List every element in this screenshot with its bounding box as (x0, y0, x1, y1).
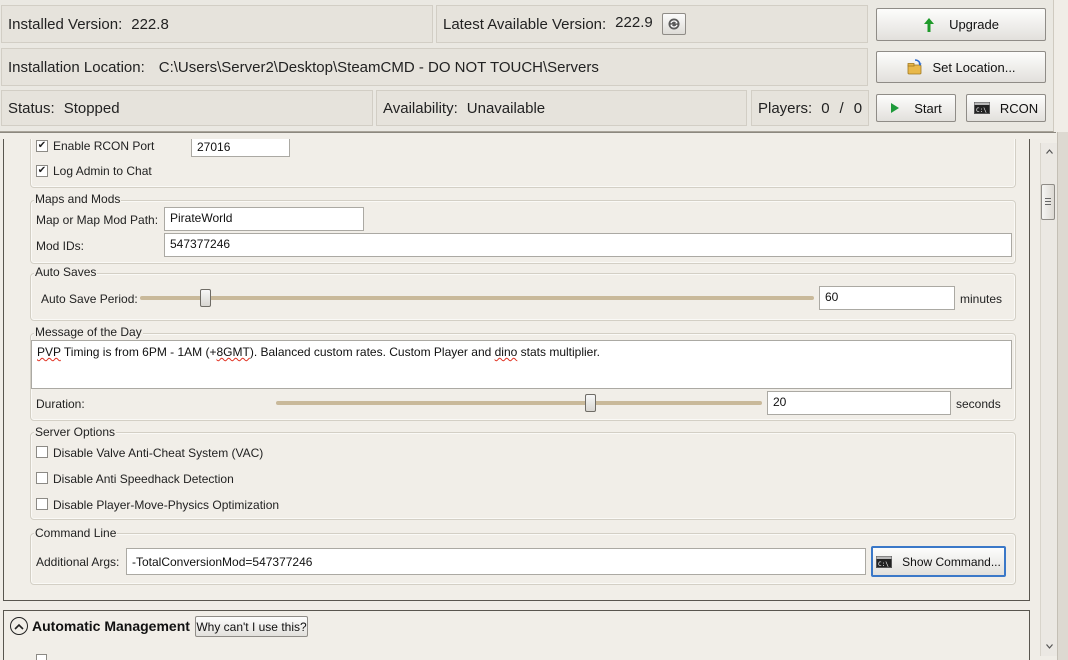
automatic-management-title: Automatic Management (32, 618, 190, 634)
map-path-label: Map or Map Mod Path: (36, 213, 159, 227)
start-button[interactable]: Start (876, 94, 956, 122)
enable-rcon-checkbox[interactable]: ✔ (36, 140, 48, 152)
svg-text:C:\: C:\ (976, 107, 987, 114)
mod-ids-label: Mod IDs: (36, 239, 85, 253)
motd-text-part: dino (494, 345, 518, 359)
scroll-down-arrow[interactable] (1043, 641, 1055, 651)
duration-slider-thumb[interactable] (585, 394, 596, 412)
partial-checkbox (36, 654, 47, 660)
auto-save-slider-track (140, 296, 814, 300)
checkmark-icon: ✔ (37, 165, 47, 176)
players-max: 0 (853, 99, 863, 117)
disable-physics-optimization-checkbox[interactable] (36, 498, 48, 510)
players-separator: / (839, 99, 844, 117)
players-label: Players: (758, 99, 813, 117)
disable-physics-optimization-label: Disable Player-Move-Physics Optimization (53, 498, 280, 512)
set-location-icon (908, 59, 923, 75)
additional-args-label: Additional Args: (36, 555, 120, 569)
players-cell: Players: 0 / 0 (751, 90, 869, 126)
status-value: Stopped (63, 99, 120, 117)
rcon-label: RCON (999, 100, 1039, 116)
installed-version-cell: Installed Version: 222.8 (1, 5, 433, 43)
scroll-up-arrow[interactable] (1043, 146, 1055, 156)
duration-slider[interactable] (276, 393, 762, 413)
maps-mods-title: Maps and Mods (34, 192, 122, 206)
players-current: 0 (821, 99, 830, 117)
motd-text-part: PVP (37, 345, 61, 359)
disable-vac-checkbox[interactable] (36, 446, 48, 458)
installed-version-label: Installed Version: (8, 15, 123, 33)
availability-cell: Availability: Unavailable (376, 90, 747, 126)
upgrade-label: Upgrade (949, 17, 999, 32)
log-admin-label: Log Admin to Chat (53, 164, 152, 178)
availability-value: Unavailable (466, 99, 546, 117)
upgrade-arrow-icon (924, 17, 935, 32)
mod-ids-input[interactable]: 547377246 (164, 233, 1012, 257)
window-edge (1057, 132, 1068, 660)
disable-speedhack-label: Disable Anti Speedhack Detection (53, 472, 234, 486)
duration-slider-track (276, 401, 762, 405)
latest-version-label: Latest Available Version: (443, 15, 607, 33)
command-line-title: Command Line (34, 526, 118, 540)
installed-version-value: 222.8 (131, 15, 169, 33)
motd-text-part: ). Balanced custom rates. Custom Player … (249, 345, 495, 359)
disable-speedhack-checkbox[interactable] (36, 472, 48, 484)
latest-version-value: 222.9 (615, 13, 653, 31)
log-admin-checkbox[interactable]: ✔ (36, 165, 48, 177)
show-command-label: Show Command... (902, 554, 1001, 569)
install-location-value: C:\Users\Server2\Desktop\SteamCMD - DO N… (158, 58, 599, 76)
refresh-version-button[interactable] (661, 13, 686, 35)
auto-save-slider[interactable] (140, 288, 814, 308)
install-location-label: Installation Location: (8, 58, 145, 76)
collapse-section-button[interactable] (10, 617, 28, 635)
motd-textarea[interactable]: PVP Timing is from 6PM - 1AM (+8GMT). Ba… (31, 340, 1012, 389)
start-label: Start (914, 100, 942, 116)
auto-save-slider-thumb[interactable] (200, 289, 211, 307)
rcon-group (30, 132, 1016, 188)
play-icon (891, 103, 900, 113)
motd-text-part: Timing is from 6PM - 1AM (+ (60, 345, 217, 359)
duration-unit: seconds (956, 397, 1001, 411)
status-label: Status: (8, 99, 55, 117)
install-location-cell: Installation Location: C:\Users\Server2\… (1, 48, 868, 86)
refresh-icon (668, 18, 680, 30)
auto-save-period-label: Auto Save Period: (41, 292, 138, 306)
console-icon: C:\ (973, 102, 990, 114)
enable-rcon-label: Enable RCON Port (53, 139, 155, 153)
motd-text-part: stats multiplier. (517, 345, 601, 359)
scroll-up-icon (1045, 148, 1053, 154)
rcon-button[interactable]: C:\ RCON (966, 94, 1046, 122)
scrollbar-thumb[interactable] (1041, 184, 1055, 220)
header-divider (0, 132, 1056, 133)
scroll-down-icon (1045, 643, 1053, 649)
auto-saves-title: Auto Saves (34, 265, 98, 279)
set-location-button[interactable]: Set Location... (876, 51, 1046, 83)
why-cant-i-use-this-button[interactable]: Why can't I use this? (195, 616, 308, 637)
additional-args-input[interactable]: -TotalConversionMod=547377246 (126, 548, 866, 575)
duration-label: Duration: (36, 397, 85, 411)
checkmark-icon: ✔ (37, 140, 47, 151)
latest-version-cell: Latest Available Version: 222.9 (436, 5, 868, 43)
status-cell: Status: Stopped (1, 90, 373, 126)
svg-text:C:\: C:\ (878, 561, 889, 568)
collapse-chevron-icon (14, 623, 24, 630)
map-path-input[interactable]: PirateWorld (164, 207, 364, 231)
console-icon: C:\ (876, 555, 893, 568)
auto-save-unit: minutes (960, 292, 1003, 306)
auto-save-period-input[interactable]: 60 (819, 286, 955, 310)
show-command-button[interactable]: C:\ Show Command... (871, 546, 1006, 577)
motd-text-part: 8GMT (216, 345, 250, 359)
motd-title: Message of the Day (34, 325, 143, 339)
set-location-label: Set Location... (932, 59, 1016, 75)
upgrade-button[interactable]: Upgrade (876, 8, 1046, 41)
availability-label: Availability: (383, 99, 458, 117)
disable-vac-label: Disable Valve Anti-Cheat System (VAC) (53, 446, 264, 460)
panel-top-edge (0, 132, 1056, 139)
server-options-title: Server Options (34, 425, 117, 439)
duration-input[interactable]: 20 (767, 391, 951, 415)
